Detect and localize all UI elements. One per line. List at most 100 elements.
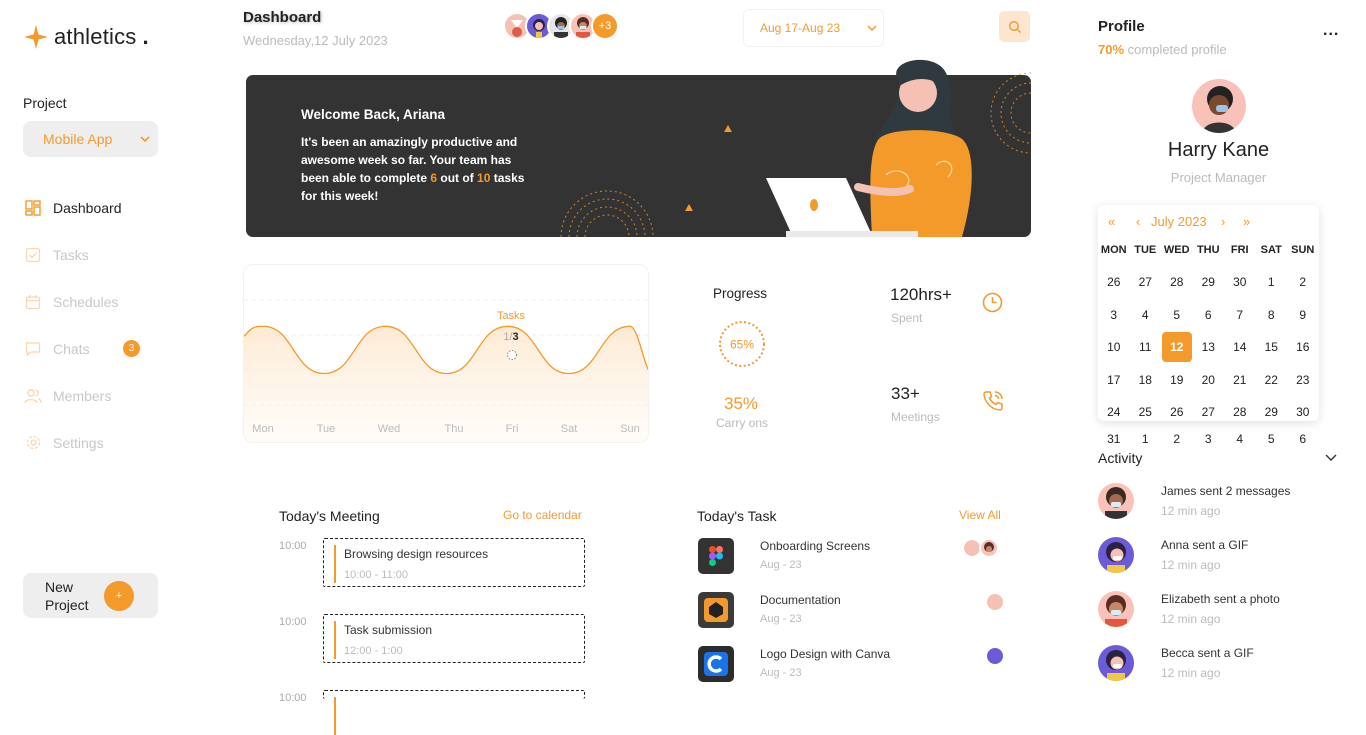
- sidebar-item-members[interactable]: Members: [24, 372, 184, 419]
- new-project-button[interactable]: New Project +: [23, 573, 158, 618]
- sidebar-item-tasks[interactable]: Tasks: [24, 231, 184, 278]
- chevron-down-icon: [140, 136, 150, 143]
- calendar-day[interactable]: 18: [1130, 364, 1162, 397]
- calendar-day[interactable]: 2: [1161, 432, 1193, 446]
- meeting-card[interactable]: [323, 690, 585, 735]
- calendar-day[interactable]: 26: [1098, 266, 1130, 299]
- sidebar-nav: Dashboard Tasks Schedules Chats 3 Member…: [24, 184, 184, 466]
- calendar-day[interactable]: 24: [1098, 396, 1130, 429]
- meeting-card[interactable]: Browsing design resources 10:00 - 11:00: [323, 538, 585, 587]
- calendar-day[interactable]: 5: [1256, 432, 1288, 446]
- calendar-day[interactable]: 20: [1193, 364, 1225, 397]
- sidebar-item-dashboard[interactable]: Dashboard: [24, 184, 184, 231]
- activity-item[interactable]: Becca sent a GIF 12 min ago: [1098, 645, 1338, 685]
- chat-icon: [24, 340, 42, 358]
- calendar-day[interactable]: 29: [1256, 396, 1288, 429]
- calendar-day[interactable]: 26: [1161, 396, 1193, 429]
- calendar-day[interactable]: 16: [1287, 331, 1319, 364]
- next-year-button[interactable]: »: [1243, 214, 1250, 229]
- calendar-day[interactable]: 14: [1224, 331, 1256, 364]
- task-name[interactable]: Logo Design with Canva: [760, 647, 890, 661]
- calendar-day[interactable]: 13: [1193, 331, 1225, 364]
- progress-title: Progress: [713, 286, 768, 301]
- chart-x-tick-label: Wed: [378, 423, 400, 435]
- calendar-day[interactable]: 9: [1287, 299, 1319, 332]
- page-title: Dashboard: [243, 9, 322, 26]
- avatar: [1098, 591, 1134, 627]
- meeting-card[interactable]: Task submission 12:00 - 1:00: [323, 614, 585, 663]
- page-date: Wednesday,12 July 2023: [243, 33, 388, 48]
- task-name[interactable]: Onboarding Screens: [760, 539, 870, 553]
- calendar-day[interactable]: 5: [1161, 299, 1193, 332]
- brand-logo[interactable]: athletics.: [24, 24, 149, 50]
- welcome-text-2: out of: [437, 171, 478, 185]
- chevron-down-icon[interactable]: [1324, 450, 1338, 464]
- chart-x-tick-label: Mon: [252, 423, 273, 435]
- calendar-weekday-label: SAT: [1260, 244, 1282, 256]
- chart-hover-point[interactable]: [507, 350, 517, 360]
- calendar-day[interactable]: 30: [1224, 266, 1256, 299]
- calendar-day[interactable]: 17: [1098, 364, 1130, 397]
- calendar-day[interactable]: 15: [1256, 331, 1288, 364]
- activity-item[interactable]: James sent 2 messages 12 min ago: [1098, 483, 1338, 523]
- calendar-day[interactable]: 27: [1193, 396, 1225, 429]
- calendar-day[interactable]: 21: [1224, 364, 1256, 397]
- calendar-day[interactable]: 7: [1224, 299, 1256, 332]
- go-to-calendar-link[interactable]: Go to calendar: [503, 508, 582, 522]
- task-assignees: [962, 538, 999, 558]
- meetings-label: Meetings: [891, 410, 940, 424]
- calendar-day[interactable]: 28: [1161, 266, 1193, 299]
- activity-item[interactable]: Elizabeth sent a photo 12 min ago: [1098, 591, 1338, 631]
- search-button[interactable]: [999, 11, 1030, 42]
- calendar-day[interactable]: 3: [1193, 432, 1225, 446]
- meeting-time: 10:00: [279, 616, 307, 628]
- activity-item[interactable]: Anna sent a GIF 12 min ago: [1098, 537, 1338, 577]
- calendar-day[interactable]: 12: [1161, 331, 1193, 364]
- calendar-day[interactable]: 11: [1130, 331, 1162, 364]
- sidebar-item-settings[interactable]: Settings: [24, 419, 184, 466]
- calendar-day[interactable]: 10: [1098, 331, 1130, 364]
- calendar-day[interactable]: 19: [1161, 364, 1193, 397]
- sidebar-item-schedules[interactable]: Schedules: [24, 278, 184, 325]
- date-range-select[interactable]: Aug 17-Aug 23: [743, 9, 884, 47]
- calendar-day[interactable]: 29: [1193, 266, 1225, 299]
- task-name[interactable]: Documentation: [760, 593, 841, 607]
- tasks-section-title: Today's Task: [697, 508, 777, 524]
- calendar-day[interactable]: 1: [1256, 266, 1288, 299]
- calendar-day[interactable]: 8: [1256, 299, 1288, 332]
- profile-completion: 70% completed profile: [1098, 42, 1227, 57]
- calendar-day[interactable]: 1: [1130, 432, 1162, 446]
- calendar-day[interactable]: 25: [1130, 396, 1162, 429]
- calendar-day[interactable]: 27: [1130, 266, 1162, 299]
- prev-month-button[interactable]: ‹: [1136, 214, 1140, 229]
- figma-icon: [698, 538, 734, 574]
- sidebar-item-chats[interactable]: Chats 3: [24, 325, 184, 372]
- calendar-day[interactable]: 30: [1287, 396, 1319, 429]
- calendar-day[interactable]: 3: [1098, 299, 1130, 332]
- calendar-day[interactable]: 4: [1130, 299, 1162, 332]
- activity-text: James sent 2 messages: [1161, 484, 1291, 498]
- calendar-overflow-row: 31 1 2 3 4 5 6: [1098, 432, 1319, 446]
- activity-text: Becca sent a GIF: [1161, 646, 1254, 660]
- activity-title: Activity: [1098, 450, 1143, 466]
- team-avatars[interactable]: +3: [503, 12, 619, 40]
- calendar-month-label[interactable]: July 2023: [1151, 214, 1207, 229]
- calendar-day[interactable]: 4: [1224, 432, 1256, 446]
- more-avatars-badge[interactable]: +3: [591, 12, 619, 40]
- avatar: [985, 646, 1005, 666]
- calendar-day[interactable]: 31: [1098, 432, 1130, 446]
- calendar-day[interactable]: 6: [1287, 432, 1319, 446]
- calendar-day[interactable]: 2: [1287, 266, 1319, 299]
- calendar-day[interactable]: 28: [1224, 396, 1256, 429]
- calendar-grid: MON TUE WED THU FRI SAT SUN 26 27 28 29 30 1 2 3 4 5 6 7 8 9…: [1098, 243, 1319, 429]
- next-month-button[interactable]: ›: [1221, 214, 1225, 229]
- calendar-day[interactable]: 22: [1256, 364, 1288, 397]
- prev-year-button[interactable]: «: [1108, 214, 1115, 229]
- view-all-link[interactable]: View All: [959, 508, 1001, 522]
- calendar-day-selected[interactable]: 12: [1161, 332, 1192, 363]
- project-select[interactable]: Mobile App: [23, 121, 158, 157]
- calendar-day[interactable]: 23: [1287, 364, 1319, 397]
- new-project-line1: New: [45, 578, 74, 595]
- calendar-day[interactable]: 6: [1193, 299, 1225, 332]
- more-options-icon[interactable]: ...: [1323, 22, 1339, 40]
